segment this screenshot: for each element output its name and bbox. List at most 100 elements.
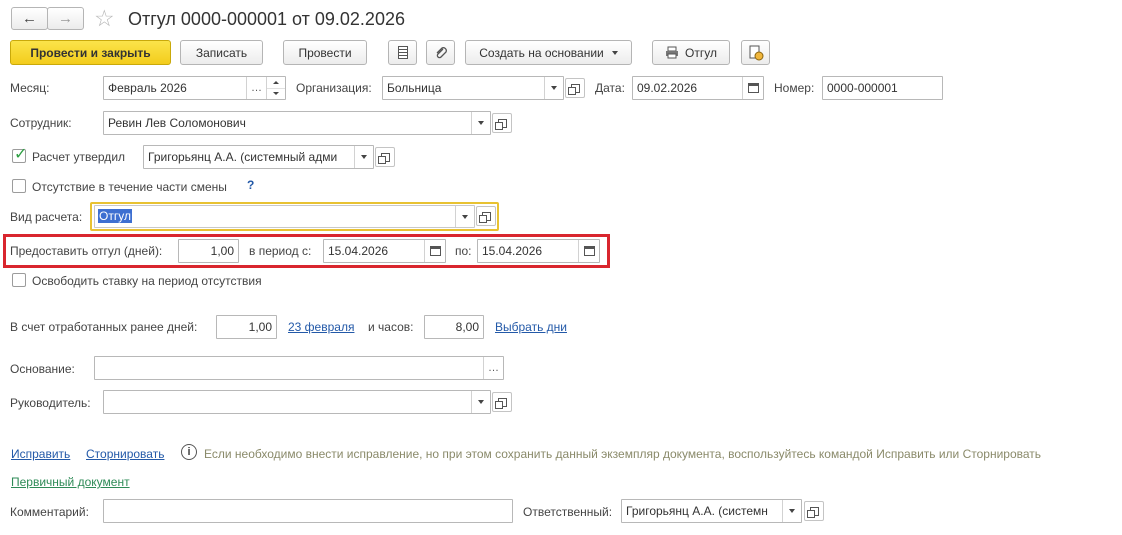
reverse-link[interactable]: Сторнировать: [86, 446, 164, 462]
open-form-icon: [377, 152, 390, 164]
arrow-right-icon: →: [58, 10, 73, 27]
number-field[interactable]: 0000-000001: [822, 76, 943, 100]
employee-field[interactable]: Ревин Лев Соломонович: [103, 111, 491, 135]
month-select-button[interactable]: …: [246, 77, 266, 99]
save-button[interactable]: Записать: [180, 40, 263, 65]
approved-by-value: Григорьянц А.А. (системный адми: [148, 150, 338, 164]
manager-open-button[interactable]: [492, 392, 512, 412]
worked-days-value: 1,00: [248, 320, 272, 334]
choose-days-link[interactable]: Выбрать дни: [495, 319, 567, 335]
post-button[interactable]: Провести: [283, 40, 367, 65]
responsible-field[interactable]: Григорьянц А.А. (системн: [621, 499, 802, 523]
date-calendar-button[interactable]: [742, 77, 763, 99]
list-button[interactable]: [388, 40, 417, 65]
calc-type-field[interactable]: Отгул: [94, 205, 475, 228]
primary-document-link[interactable]: Первичный документ: [11, 474, 130, 490]
basis-label: Основание:: [10, 362, 75, 376]
manager-label: Руководитель:: [10, 396, 91, 410]
paperclip-icon: [436, 46, 447, 58]
calc-type-label: Вид расчета:: [10, 210, 83, 224]
manager-dropdown-button[interactable]: [471, 391, 490, 413]
free-rate-checkbox[interactable]: [12, 273, 26, 287]
period-from-field[interactable]: 15.04.2026: [323, 239, 446, 263]
chevron-down-icon: [611, 50, 618, 55]
checkmark-icon: ✓: [14, 146, 28, 163]
calc-type-open-button[interactable]: [476, 206, 496, 226]
print-button[interactable]: Отгул: [652, 40, 730, 65]
employee-dropdown-button[interactable]: [471, 112, 490, 134]
organization-label: Организация:: [296, 81, 372, 95]
approved-checkbox[interactable]: ✓: [12, 146, 27, 163]
open-form-icon: [494, 118, 507, 130]
responsible-value: Григорьянц А.А. (системн: [626, 504, 768, 518]
month-label: Месяц:: [10, 81, 50, 95]
approved-by-dropdown-button[interactable]: [354, 146, 373, 168]
grant-days-value: 1,00: [210, 244, 234, 258]
responsible-open-button[interactable]: [804, 501, 824, 521]
comment-label: Комментарий:: [10, 505, 89, 519]
partial-shift-checkbox[interactable]: [12, 179, 26, 193]
organization-field[interactable]: Больница: [382, 76, 564, 100]
create-based-on-label: Создать на основании: [479, 45, 604, 60]
basis-select-button[interactable]: …: [483, 357, 503, 379]
hours-label: и часов:: [368, 320, 414, 334]
attach-button[interactable]: [426, 40, 455, 65]
responsible-dropdown-button[interactable]: [782, 500, 801, 522]
employee-label: Сотрудник:: [10, 116, 72, 130]
worked-days-label: В счет отработанных ранее дней:: [10, 320, 198, 334]
hours-field[interactable]: 8,00: [424, 315, 484, 339]
approved-label: Расчет утвердил: [32, 150, 126, 164]
month-spinner[interactable]: [266, 77, 285, 99]
favorite-star-icon[interactable]: ☆: [94, 4, 115, 32]
approved-by-field[interactable]: Григорьянц А.А. (системный адми: [143, 145, 374, 169]
fix-link[interactable]: Исправить: [11, 446, 70, 462]
comment-value: [104, 500, 512, 522]
help-icon[interactable]: ?: [247, 178, 254, 192]
employee-open-button[interactable]: [492, 113, 512, 133]
comment-field[interactable]: [103, 499, 513, 523]
partial-shift-label: Отсутствие в течение части смены: [32, 180, 227, 194]
month-up-button[interactable]: [267, 77, 285, 89]
arrow-left-icon: ←: [22, 10, 37, 27]
open-form-icon: [494, 397, 507, 409]
report-button[interactable]: [741, 40, 770, 65]
period-from-label: в период с:: [249, 244, 312, 258]
print-label: Отгул: [685, 45, 717, 60]
calendar-icon: [583, 246, 595, 256]
report-settings-icon: [749, 45, 763, 60]
organization-value: Больница: [387, 81, 442, 95]
number-value: 0000-000001: [827, 81, 898, 95]
forward-button[interactable]: →: [47, 7, 84, 30]
period-from-value: 15.04.2026: [328, 244, 389, 258]
manager-field[interactable]: [103, 390, 491, 414]
hours-value: 8,00: [455, 320, 479, 334]
manager-value: [104, 391, 471, 413]
worked-date-link[interactable]: 23 февраля: [288, 319, 354, 335]
period-to-calendar-button[interactable]: [578, 240, 599, 262]
document-list-icon: [397, 46, 408, 59]
grant-days-field[interactable]: 1,00: [178, 239, 239, 263]
calendar-icon: [747, 83, 759, 93]
date-field[interactable]: 09.02.2026: [632, 76, 764, 100]
free-rate-label: Освободить ставку на период отсутствия: [32, 274, 262, 288]
calc-type-dropdown-button[interactable]: [455, 206, 474, 227]
organization-open-button[interactable]: [565, 78, 585, 98]
page-title: Отгул 0000-000001 от 09.02.2026: [128, 9, 405, 29]
date-value: 09.02.2026: [637, 81, 698, 95]
create-based-on-button[interactable]: Создать на основании: [465, 40, 632, 65]
number-label: Номер:: [774, 81, 815, 95]
basis-value: [95, 357, 483, 379]
basis-field[interactable]: …: [94, 356, 504, 380]
organization-dropdown-button[interactable]: [544, 77, 563, 99]
info-icon: i: [181, 444, 197, 460]
period-from-calendar-button[interactable]: [424, 240, 445, 262]
period-to-label: по:: [455, 244, 472, 258]
approved-by-open-button[interactable]: [375, 147, 395, 167]
month-down-button[interactable]: [267, 89, 285, 100]
back-button[interactable]: ←: [11, 7, 48, 30]
grant-days-label: Предоставить отгул (дней):: [10, 244, 163, 258]
post-and-close-button[interactable]: Провести и закрыть: [10, 40, 171, 65]
month-field[interactable]: Февраль 2026 …: [103, 76, 286, 100]
period-to-field[interactable]: 15.04.2026: [477, 239, 600, 263]
worked-days-field[interactable]: 1,00: [216, 315, 277, 339]
